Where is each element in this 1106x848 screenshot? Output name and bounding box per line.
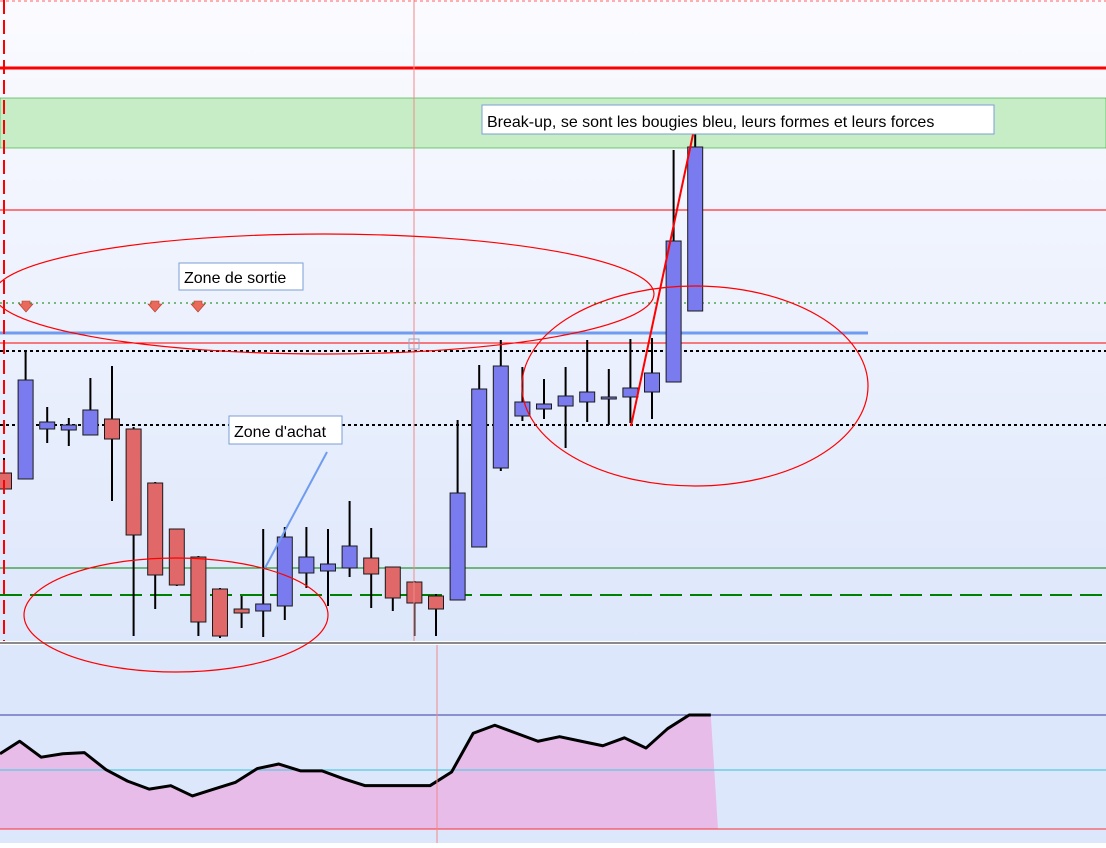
bullish-candle-body <box>622 387 639 398</box>
bearish-candle-body <box>212 588 228 637</box>
candle-23[interactable] <box>471 365 488 548</box>
bearish-candle-body <box>147 482 164 576</box>
bearish-candle-body <box>168 528 185 586</box>
bearish-candle-body <box>190 556 207 623</box>
bullish-candle-body <box>665 240 682 383</box>
chart-canvas[interactable]: Zone de sortie Zone d'achat Break-up, se… <box>0 0 1106 843</box>
bullish-candle-body <box>600 396 617 400</box>
bullish-candle-body <box>60 424 77 431</box>
bullish-candle-body <box>644 372 660 393</box>
bullish-candle-body <box>471 388 488 548</box>
buy-zone-label-text: Zone d'achat <box>234 424 327 441</box>
bullish-candle-body <box>492 365 509 469</box>
breakout-annotation[interactable]: Break-up, se sont les bougies bleu, leur… <box>481 104 995 135</box>
bullish-candle-body <box>39 421 56 430</box>
bearish-candle-body <box>125 428 142 536</box>
bullish-candle-body <box>255 603 272 612</box>
candle-11[interactable] <box>212 588 228 638</box>
bullish-candle-body <box>276 536 293 607</box>
bullish-candle-body <box>17 379 34 480</box>
exit-zone-label-text: Zone de sortie <box>184 270 286 287</box>
exit-zone-annotation[interactable]: Zone de sortie <box>178 262 304 291</box>
bearish-candle-body <box>384 566 401 599</box>
bearish-candle-body <box>0 472 12 490</box>
bearish-candle-body <box>233 608 250 614</box>
bullish-candle-body <box>579 391 596 403</box>
bullish-candle-body <box>341 545 358 569</box>
buy-zone-annotation[interactable]: Zone d'achat <box>228 415 343 445</box>
breakout-label-text: Break-up, se sont les bougies bleu, leur… <box>487 114 934 131</box>
bullish-candle-body <box>514 401 531 417</box>
bullish-candle-body <box>449 492 466 601</box>
bullish-candle-body <box>320 563 336 572</box>
price-panel-background <box>0 0 1106 641</box>
bullish-candle-body <box>82 409 99 436</box>
bearish-candle-body <box>428 595 444 610</box>
bullish-candle-body <box>536 403 552 410</box>
bearish-candle-body <box>363 557 380 575</box>
candlestick-chart[interactable]: Zone de sortie Zone d'achat Break-up, se… <box>0 0 1106 843</box>
bearish-candle-body <box>104 418 120 440</box>
bullish-candle-body <box>298 556 315 574</box>
bullish-candle-body <box>557 395 574 407</box>
